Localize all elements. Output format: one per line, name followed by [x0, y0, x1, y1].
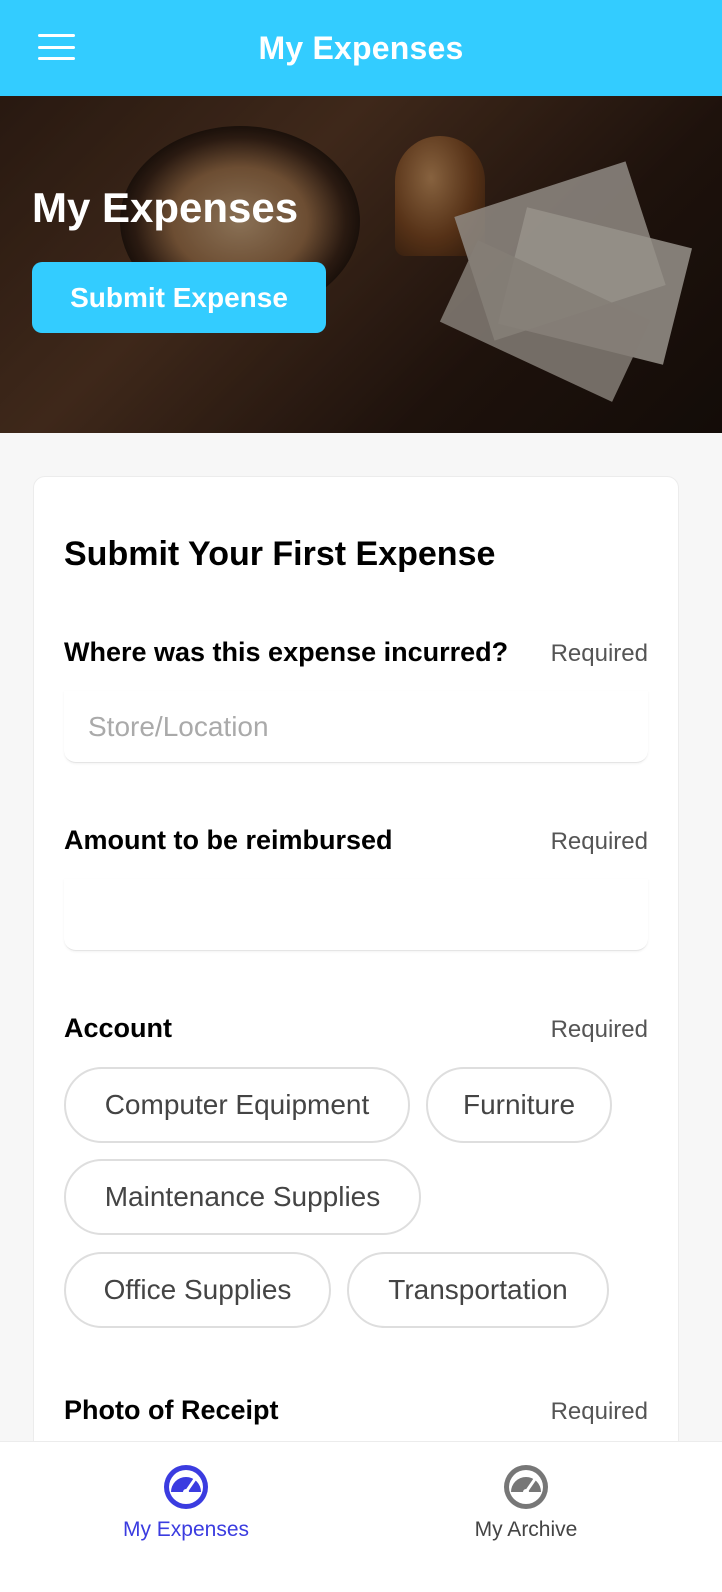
speedometer-icon: [504, 1465, 548, 1509]
receipt-label: Photo of Receipt: [64, 1395, 279, 1425]
account-chip-computer-equipment[interactable]: Computer Equipment: [64, 1067, 410, 1143]
amount-input[interactable]: [64, 879, 648, 951]
location-input[interactable]: [64, 691, 648, 763]
location-label: Where was this expense incurred?: [64, 637, 509, 667]
hero-banner: My Expenses Submit Expense: [0, 96, 722, 433]
account-chip-transportation[interactable]: Transportation: [347, 1252, 609, 1328]
amount-required: Required: [550, 828, 648, 855]
submit-expense-button[interactable]: Submit Expense: [32, 262, 326, 333]
account-field-header: Account Required: [64, 1013, 648, 1044]
app-header: My Expenses: [0, 0, 722, 96]
app-title: My Expenses: [258, 29, 464, 66]
amount-field-header: Amount to be reimbursed Required: [64, 825, 648, 856]
account-chip-furniture[interactable]: Furniture: [426, 1067, 612, 1143]
receipt-field-header: Photo of Receipt Required: [64, 1395, 648, 1426]
account-chip-maintenance-supplies[interactable]: Maintenance Supplies: [64, 1159, 421, 1235]
hero-heading: My Expenses: [32, 184, 299, 231]
account-required: Required: [550, 1016, 648, 1043]
expense-form-card: Submit Your First Expense Where was this…: [33, 476, 679, 1476]
nav-label-my-expenses: My Expenses: [122, 1518, 250, 1541]
nav-my-expenses[interactable]: My Expenses: [86, 1462, 286, 1552]
hamburger-menu-icon[interactable]: [38, 34, 75, 60]
account-label: Account: [64, 1013, 172, 1043]
nav-label-my-archive: My Archive: [474, 1518, 578, 1541]
bottom-navigation: My Expenses My Archive: [0, 1441, 722, 1592]
location-field-header: Where was this expense incurred? Require…: [64, 637, 648, 668]
nav-my-archive[interactable]: My Archive: [426, 1462, 626, 1552]
amount-label: Amount to be reimbursed: [64, 825, 393, 855]
receipt-required: Required: [550, 1398, 648, 1425]
location-required: Required: [550, 640, 648, 667]
speedometer-icon: [164, 1465, 208, 1509]
form-title: Submit Your First Expense: [64, 535, 496, 573]
account-chip-office-supplies[interactable]: Office Supplies: [64, 1252, 331, 1328]
